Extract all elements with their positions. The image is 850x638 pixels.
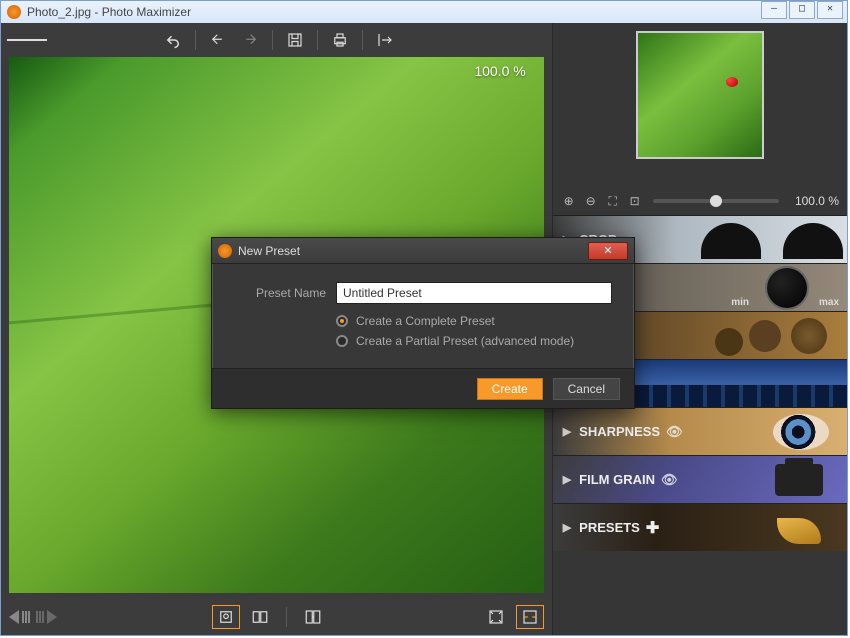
radio-icon xyxy=(336,315,348,327)
app-window: Photo_2.jpg - Photo Maximizer — □ ✕ xyxy=(0,0,848,636)
create-button[interactable]: Create xyxy=(477,378,543,400)
new-preset-dialog: New Preset ✕ Preset Name Create a Comple… xyxy=(211,237,635,409)
radio-partial-label: Create a Partial Preset (advanced mode) xyxy=(356,334,574,348)
dialog-titlebar[interactable]: New Preset ✕ xyxy=(212,238,634,264)
radio-icon xyxy=(336,335,348,347)
radio-complete-preset[interactable]: Create a Complete Preset xyxy=(234,314,612,328)
dialog-close-button[interactable]: ✕ xyxy=(588,242,628,260)
dialog-overlay: New Preset ✕ Preset Name Create a Comple… xyxy=(1,1,847,635)
radio-complete-label: Create a Complete Preset xyxy=(356,314,495,328)
dialog-title: New Preset xyxy=(238,244,300,258)
app-icon xyxy=(218,244,232,258)
cancel-button[interactable]: Cancel xyxy=(553,378,620,400)
preset-name-label: Preset Name xyxy=(234,286,326,300)
preset-name-input[interactable] xyxy=(336,282,612,304)
radio-partial-preset[interactable]: Create a Partial Preset (advanced mode) xyxy=(234,334,612,348)
